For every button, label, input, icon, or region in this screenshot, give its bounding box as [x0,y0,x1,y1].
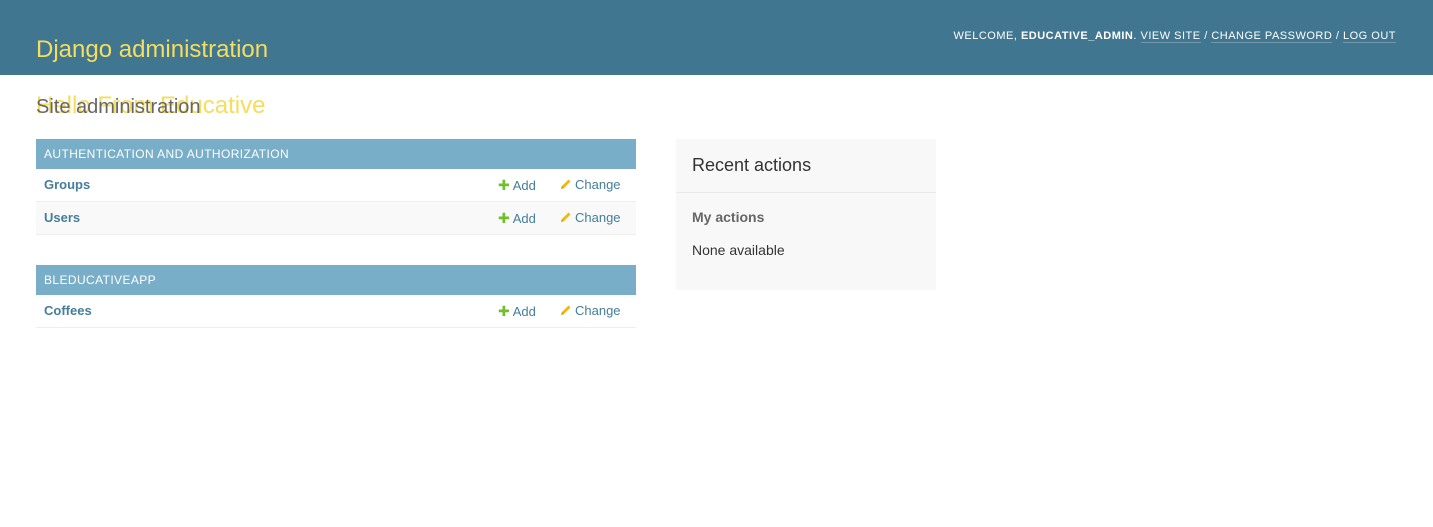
branding-title: Django administration [36,36,269,63]
users-add-link[interactable]: ✚ Add [498,210,536,227]
welcome-text: WELCOME, [953,30,1018,42]
username: EDUCATIVE_ADMIN [1020,30,1134,42]
recent-actions-title: Recent actions [692,155,812,175]
groups-link[interactable]: Groups [44,177,90,192]
divider [676,192,936,193]
groups-add-link[interactable]: ✚ Add [498,177,536,194]
change-label: Change [575,210,621,225]
my-actions-heading: My actions [692,209,765,225]
module-row-users: Users ✚ Add Change [36,202,636,235]
pencil-icon [560,178,572,193]
add-label: Add [512,211,536,226]
plus-icon: ✚ [498,303,510,319]
pencil-icon [560,304,572,319]
module-row-coffees: Coffees ✚ Add Change [36,295,636,328]
module-bleducativeapp: BLEDUCATIVEAPP Coffees ✚ Add Change [36,265,636,328]
users-link[interactable]: Users [44,210,80,225]
module-row-groups: Groups ✚ Add Change [36,169,636,202]
add-label: Add [512,304,536,319]
separator: / [1335,30,1340,42]
module-auth: AUTHENTICATION AND AUTHORIZATION Groups … [36,139,636,235]
site-branding[interactable]: Django administration Hello From Educati… [36,8,268,148]
add-label: Add [512,178,536,193]
plus-icon: ✚ [498,177,510,193]
view-site-link[interactable]: VIEW SITE [1140,30,1201,43]
coffees-change-link[interactable]: Change [560,303,621,319]
users-change-link[interactable]: Change [560,210,621,226]
coffees-add-link[interactable]: ✚ Add [498,303,536,320]
change-password-link[interactable]: CHANGE PASSWORD [1211,30,1333,43]
separator: / [1204,30,1208,42]
change-label: Change [575,303,621,318]
page-title: Site administration [36,96,201,118]
header-bar: Django administration Hello From Educati… [0,0,1433,119]
log-out-link[interactable]: LOG OUT [1342,30,1396,43]
pencil-icon [560,211,572,226]
module-caption-auth[interactable]: AUTHENTICATION AND AUTHORIZATION [36,139,636,169]
coffees-link[interactable]: Coffees [44,303,92,318]
groups-change-link[interactable]: Change [560,177,621,193]
change-label: Change [575,177,621,192]
plus-icon: ✚ [498,210,510,226]
empty-actions-text: None available [692,242,785,258]
user-tools: WELCOME, EDUCATIVE_ADMIN. VIEW SITE / CH… [953,30,1396,43]
module-caption-bleducativeapp[interactable]: BLEDUCATIVEAPP [36,265,636,295]
recent-actions-panel: Recent actions My actions None available [676,139,936,290]
username-suffix: . [1133,30,1137,42]
